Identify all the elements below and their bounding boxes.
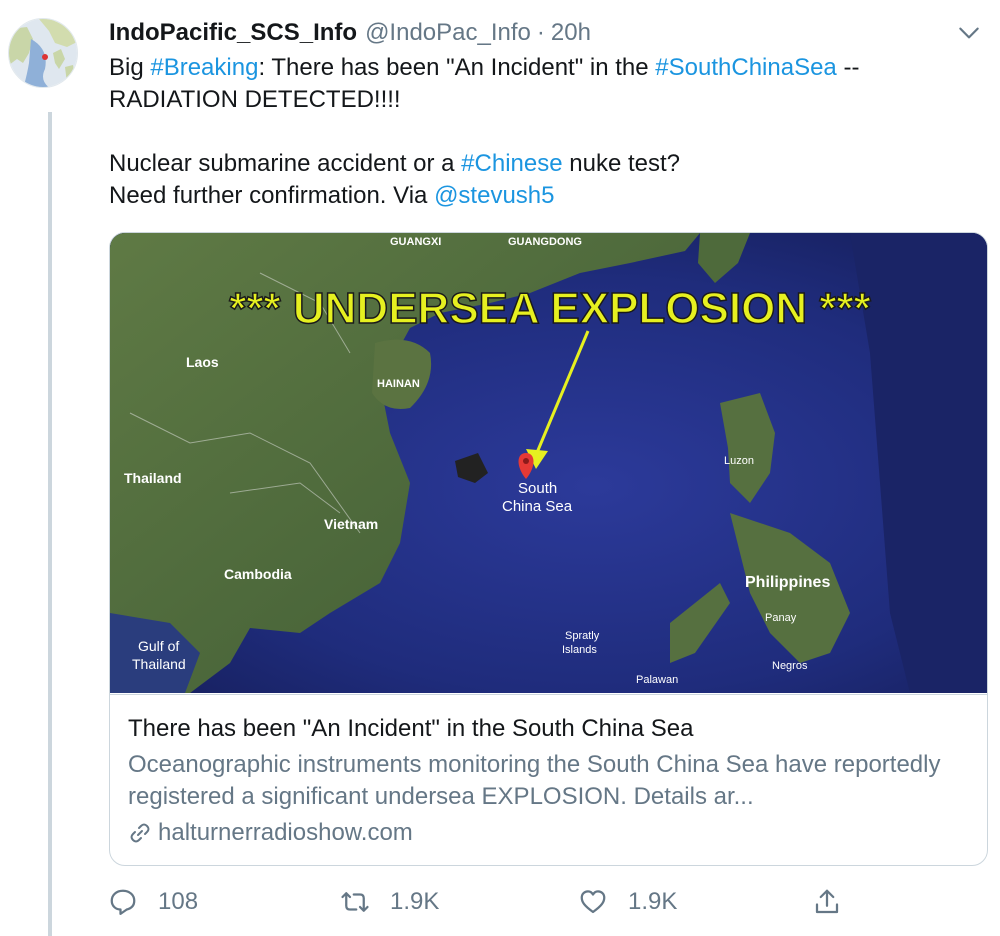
- user-handle[interactable]: @IndoPac_Info: [365, 19, 531, 47]
- map-label-spratly-line2: Islands: [562, 644, 597, 656]
- link-icon: [130, 823, 150, 843]
- card-image[interactable]: GUANGXI GUANGDONG *** UNDERSEA EXPLOSION…: [110, 233, 987, 693]
- map-label-gulf-line1: Gulf of: [138, 638, 179, 654]
- hashtag-southchinasea[interactable]: #SouthChinaSea: [655, 54, 836, 81]
- reply-count: 108: [158, 888, 199, 915]
- tweet-header: IndoPacific_SCS_Info @IndoPac_Info · 20h: [109, 18, 591, 48]
- map-label-palawan: Palawan: [636, 674, 678, 686]
- tweet-actions: 108 1.9K 1.9K: [108, 884, 868, 920]
- avatar[interactable]: [8, 18, 78, 88]
- share-icon: [815, 889, 839, 914]
- like-count: 1.9K: [628, 888, 678, 915]
- reply-icon: [110, 889, 136, 915]
- map-label-laos: Laos: [186, 354, 219, 370]
- card-title: There has been "An Incident" in the Sout…: [128, 715, 694, 742]
- tweet-text: Big #Breaking: There has been "An Incide…: [109, 52, 979, 212]
- mention-stevush5[interactable]: @stevush5: [434, 182, 554, 209]
- text-segment: Big: [109, 54, 151, 81]
- thread-line: [48, 112, 52, 936]
- card-description: Oceanographic instruments monitoring the…: [128, 751, 941, 810]
- like-icon: [580, 890, 606, 914]
- map-label-vietnam: Vietnam: [324, 516, 378, 532]
- share-button[interactable]: [812, 884, 842, 920]
- card-domain: halturnerradioshow.com: [128, 817, 971, 849]
- separator-dot: ·: [536, 19, 545, 46]
- map-label-guangdong: GUANGDONG: [508, 236, 582, 248]
- map-label-panay: Panay: [765, 612, 797, 624]
- display-name[interactable]: IndoPacific_SCS_Info: [109, 19, 357, 47]
- map-label-thailand: Thailand: [124, 470, 182, 486]
- map-label-negros: Negros: [772, 660, 808, 672]
- link-preview-card[interactable]: GUANGXI GUANGDONG *** UNDERSEA EXPLOSION…: [109, 232, 988, 866]
- reply-button[interactable]: 108: [108, 884, 198, 920]
- map-label-scs-line2: China Sea: [502, 498, 573, 515]
- map-label-philippines: Philippines: [745, 574, 830, 591]
- map-label-guangxi: GUANGXI: [390, 236, 441, 248]
- text-segment: : There has been "An Incident" in the: [258, 54, 656, 81]
- tweet-timestamp[interactable]: 20h: [551, 19, 591, 47]
- retweet-count: 1.9K: [390, 888, 440, 915]
- retweet-icon: [341, 892, 369, 912]
- hashtag-breaking[interactable]: #Breaking: [150, 54, 258, 81]
- chevron-down-icon[interactable]: [956, 20, 982, 46]
- map-label-hainan: HAINAN: [377, 378, 420, 390]
- retweet-button[interactable]: 1.9K: [340, 884, 439, 920]
- map-label-cambodia: Cambodia: [224, 566, 292, 582]
- card-body[interactable]: There has been "An Incident" in the Sout…: [110, 694, 987, 865]
- like-button[interactable]: 1.9K: [578, 884, 677, 920]
- map-label-luzon: Luzon: [724, 455, 754, 467]
- map-label-gulf-line2: Thailand: [132, 656, 186, 672]
- map-label-scs-line1: South: [518, 480, 557, 497]
- map-label-spratly-line1: Spratly: [565, 630, 600, 642]
- hashtag-chinese[interactable]: #Chinese: [461, 150, 562, 177]
- explosion-banner: *** UNDERSEA EXPLOSION ***: [229, 284, 871, 333]
- card-domain-text: halturnerradioshow.com: [158, 819, 413, 846]
